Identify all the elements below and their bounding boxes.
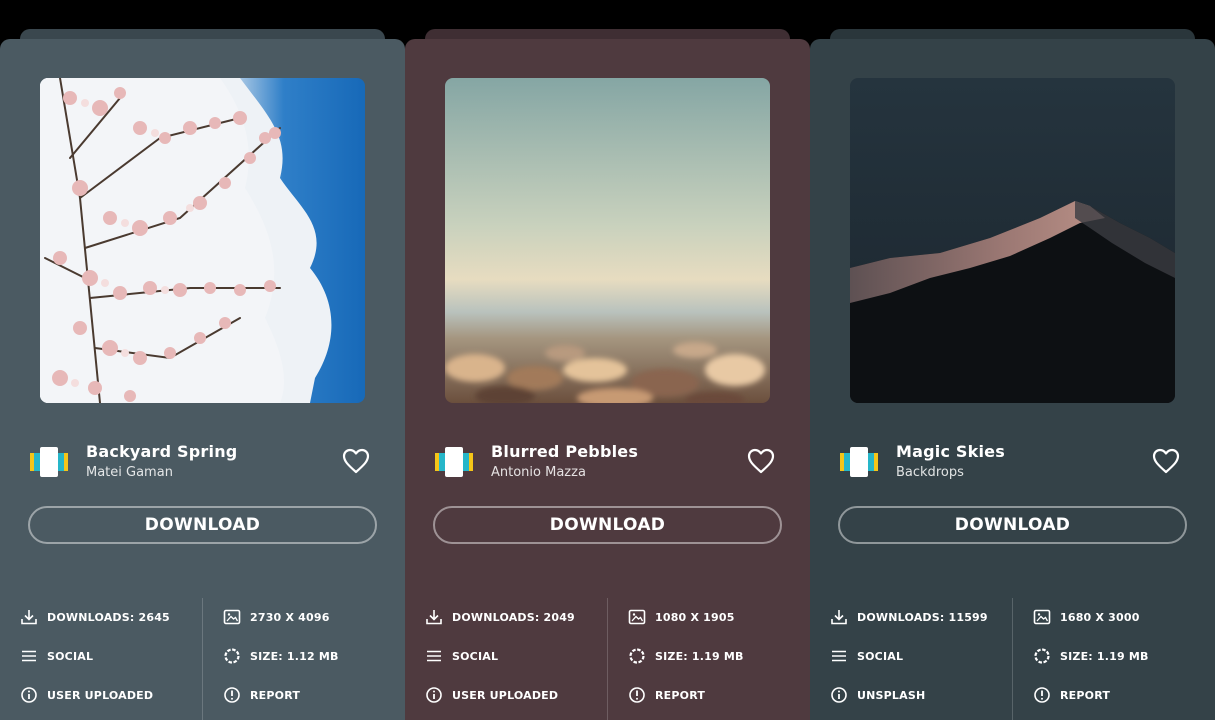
download-icon [425, 608, 443, 626]
download-icon [830, 608, 848, 626]
meta-divider [607, 598, 608, 720]
downloads-count: DOWNLOADS: 11599 [830, 608, 988, 626]
alert-icon [628, 686, 646, 704]
report-link[interactable]: REPORT [628, 686, 705, 704]
image-icon [628, 608, 646, 626]
alert-icon [223, 686, 241, 704]
wallpaper-card-blurred-pebbles[interactable]: Blurred Pebbles Antonio Mazza DOWNLOAD D… [405, 39, 810, 720]
wallpaper-image-blurred-pebbles[interactable] [445, 78, 770, 403]
source-info[interactable]: UNSPLASH [830, 686, 925, 704]
wallpaper-app-icon [30, 447, 68, 477]
source-info[interactable]: USER UPLOADED [20, 686, 153, 704]
source-info[interactable]: USER UPLOADED [425, 686, 558, 704]
category-info[interactable]: SOCIAL [20, 647, 93, 665]
report-link[interactable]: REPORT [1033, 686, 1110, 704]
info-icon [830, 686, 848, 704]
heart-icon[interactable] [747, 448, 775, 474]
blossom-sky-illustration [40, 78, 365, 403]
resolution-info: 1680 X 3000 [1033, 608, 1140, 626]
meta-divider [1012, 598, 1013, 720]
resolution-info: 2730 X 4096 [223, 608, 330, 626]
wallpaper-app-icon [840, 447, 878, 477]
wallpaper-card-backyard-spring[interactable]: Backyard Spring Matei Gaman DOWNLOAD DOW… [0, 39, 405, 720]
image-icon [223, 608, 241, 626]
wallpaper-title: Blurred Pebbles [491, 442, 639, 461]
downloads-count: DOWNLOADS: 2049 [425, 608, 575, 626]
wallpaper-title: Magic Skies [896, 442, 1005, 461]
size-ring-icon [628, 647, 646, 665]
menu-icon [425, 647, 443, 665]
image-icon [1033, 608, 1051, 626]
category-info[interactable]: SOCIAL [830, 647, 903, 665]
meta-divider [202, 598, 203, 720]
wallpaper-app-icon [435, 447, 473, 477]
info-icon [20, 686, 38, 704]
wallpaper-image-backyard-spring[interactable] [40, 78, 365, 403]
download-button[interactable]: DOWNLOAD [28, 506, 377, 544]
heart-icon[interactable] [1152, 448, 1180, 474]
pebbles-illustration [445, 78, 770, 403]
size-info: SIZE: 1.12 MB [223, 647, 339, 665]
download-icon [20, 608, 38, 626]
size-ring-icon [223, 647, 241, 665]
size-ring-icon [1033, 647, 1051, 665]
category-info[interactable]: SOCIAL [425, 647, 498, 665]
menu-icon [830, 647, 848, 665]
size-info: SIZE: 1.19 MB [628, 647, 744, 665]
download-button[interactable]: DOWNLOAD [838, 506, 1187, 544]
wallpaper-title: Backyard Spring [86, 442, 238, 461]
mountain-night-illustration [850, 78, 1175, 403]
wallpaper-card-magic-skies[interactable]: Magic Skies Backdrops DOWNLOAD DOWNLOADS… [810, 39, 1215, 720]
wallpaper-author: Backdrops [896, 465, 964, 480]
download-button[interactable]: DOWNLOAD [433, 506, 782, 544]
size-info: SIZE: 1.19 MB [1033, 647, 1149, 665]
menu-icon [20, 647, 38, 665]
wallpaper-image-magic-skies[interactable] [850, 78, 1175, 403]
heart-icon[interactable] [342, 448, 370, 474]
wallpaper-author: Antonio Mazza [491, 465, 586, 480]
wallpaper-author: Matei Gaman [86, 465, 173, 480]
report-link[interactable]: REPORT [223, 686, 300, 704]
alert-icon [1033, 686, 1051, 704]
resolution-info: 1080 X 1905 [628, 608, 735, 626]
downloads-count: DOWNLOADS: 2645 [20, 608, 170, 626]
info-icon [425, 686, 443, 704]
